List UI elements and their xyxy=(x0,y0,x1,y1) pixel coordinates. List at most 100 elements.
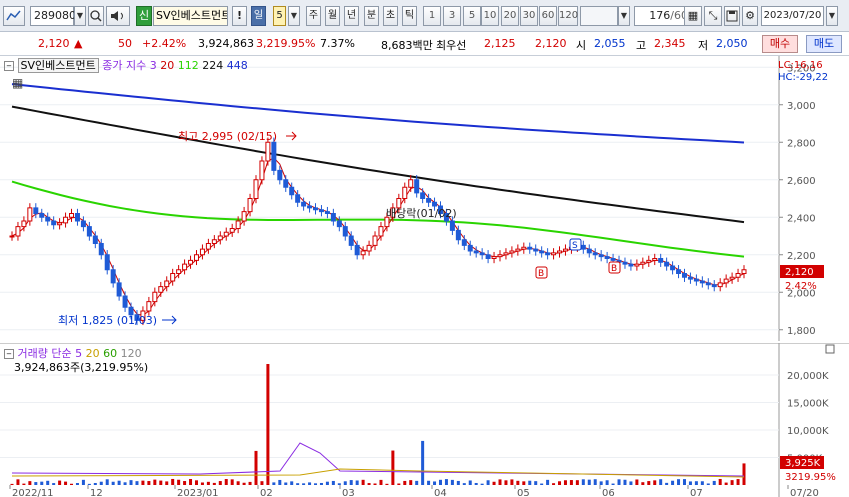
info-button[interactable]: ! xyxy=(232,6,247,26)
volume-bar xyxy=(28,481,32,485)
chart-type-icon[interactable] xyxy=(3,6,25,26)
tab-weekly[interactable]: 주 xyxy=(306,6,321,26)
volume-bar xyxy=(34,482,38,485)
volume-value: 3,924,863 xyxy=(198,37,254,50)
open-price: 2,055 xyxy=(594,37,626,50)
candle-body xyxy=(235,220,241,229)
volume-bar xyxy=(194,480,198,485)
ticker-dropdown-icon[interactable]: ▼ xyxy=(74,6,86,26)
candle-body xyxy=(217,235,223,241)
tab-tick[interactable]: 틱 xyxy=(402,6,417,26)
low-price: 2,050 xyxy=(716,37,748,50)
save-icon[interactable] xyxy=(724,6,740,26)
interval-10[interactable]: 10 xyxy=(481,6,499,26)
high-price: 2,345 xyxy=(654,37,686,50)
speaker-icon[interactable] xyxy=(106,6,130,26)
price-chart[interactable]: 3,2003,0002,8002,6002,4002,2002,0001,800… xyxy=(0,56,849,341)
grid-toggle-icon[interactable]: ▦ xyxy=(684,6,702,26)
last-pct-text: 2.42% xyxy=(785,281,817,292)
tab-monthly[interactable]: 월 xyxy=(325,6,340,26)
x-tick-label: 06 xyxy=(602,488,615,497)
interval-5[interactable]: 5 xyxy=(463,6,481,26)
interval-30[interactable]: 30 xyxy=(520,6,538,26)
volume-bar xyxy=(450,479,454,485)
candle-body xyxy=(158,286,164,293)
volume-bar xyxy=(373,483,377,485)
volume-bar xyxy=(575,480,579,485)
interval-60[interactable]: 60 xyxy=(539,6,557,26)
sell-button[interactable]: 매도 xyxy=(806,35,842,53)
volume-bar xyxy=(421,440,425,485)
collapse-icon[interactable]: − xyxy=(4,349,14,359)
candle-body xyxy=(557,250,563,254)
price-change-pct: +2.42% xyxy=(142,37,187,50)
interval-120[interactable]: 120 xyxy=(558,6,578,26)
interval-3[interactable]: 3 xyxy=(443,6,461,26)
tab-daily[interactable]: 일 xyxy=(251,6,266,26)
volume-bar xyxy=(337,483,341,485)
volume-bar xyxy=(712,480,716,485)
ma-legend-224: 224 xyxy=(202,59,224,72)
table-view-icon[interactable]: ▦ xyxy=(12,76,23,90)
volume-bar xyxy=(409,480,413,485)
candle-body xyxy=(699,280,705,284)
candle-body xyxy=(80,220,86,228)
settings-icon[interactable]: ⚙ xyxy=(742,6,758,26)
volume-bar xyxy=(641,482,645,485)
volume-bar xyxy=(224,479,228,485)
interval-20[interactable]: 20 xyxy=(501,6,519,26)
stock-name-field[interactable]: SV인베스트먼트 xyxy=(153,6,228,26)
tab-yearly[interactable]: 년 xyxy=(344,6,359,26)
ticker-input[interactable]: 289080 xyxy=(30,6,76,26)
daily-count-dropdown-icon[interactable]: ▼ xyxy=(288,6,300,26)
candle-body xyxy=(652,258,658,261)
volume-bar xyxy=(171,478,175,485)
candle-body xyxy=(545,252,551,256)
candle-body xyxy=(69,213,75,218)
ma-legend-20: 20 xyxy=(160,59,175,72)
candle-body xyxy=(324,211,330,214)
zoom-out-icon[interactable]: ⤡ xyxy=(704,6,722,26)
buy-signal-icon: B xyxy=(608,261,621,274)
candle-body xyxy=(562,248,568,252)
candle-body xyxy=(414,179,420,194)
custom-interval-dropdown-icon[interactable]: ▼ xyxy=(618,6,630,26)
daily-count-field[interactable]: 5 xyxy=(273,6,286,26)
volume-bar xyxy=(260,481,264,485)
volume-bar xyxy=(135,481,139,485)
custom-interval-field[interactable] xyxy=(580,6,618,26)
candle-body xyxy=(74,213,80,222)
svg-text:B: B xyxy=(611,264,617,274)
volume-chart-panel[interactable]: 20,000K15,000K10,000K5,000K 3,925K 3219.… xyxy=(0,343,849,497)
candle-body xyxy=(509,250,515,254)
volume-bar xyxy=(534,481,538,485)
candle-body xyxy=(301,201,307,207)
tab-minute[interactable]: 분 xyxy=(364,6,379,26)
price-chart-panel[interactable]: 3,200 3,000 2,800 2,600 2,400 2,200 2,000 1,800… xyxy=(0,56,849,341)
tab-second[interactable]: 초 xyxy=(383,6,398,26)
date-picker-icon[interactable]: ▼ xyxy=(826,6,838,26)
candle-body xyxy=(259,160,265,181)
candle-body xyxy=(164,280,170,288)
date-field[interactable]: 2023/07/20 xyxy=(761,6,824,26)
volume-summary: 3,924,863주(3,219.95%) xyxy=(14,361,149,374)
volume-bar xyxy=(206,481,210,485)
volume-bar xyxy=(456,480,460,485)
lc-readout: LC:16,16 xyxy=(778,60,823,71)
volume-bar xyxy=(16,479,20,485)
volume-bar xyxy=(230,479,234,485)
buy-button[interactable]: 매수 xyxy=(762,35,798,53)
candle-body xyxy=(687,276,693,280)
interval-1[interactable]: 1 xyxy=(423,6,441,26)
volume-bar xyxy=(438,479,442,485)
candle-body xyxy=(521,246,527,250)
price-legend-title[interactable]: SV인베스트먼트 xyxy=(17,58,99,73)
candle-body xyxy=(473,250,479,254)
volume-bar xyxy=(87,483,91,485)
volume-bar xyxy=(617,479,621,485)
candle-body xyxy=(670,265,676,271)
turnover-rate: 7.37% xyxy=(320,37,355,50)
search-icon[interactable] xyxy=(88,6,104,26)
collapse-icon[interactable]: − xyxy=(4,61,14,71)
candle-body xyxy=(122,295,128,308)
